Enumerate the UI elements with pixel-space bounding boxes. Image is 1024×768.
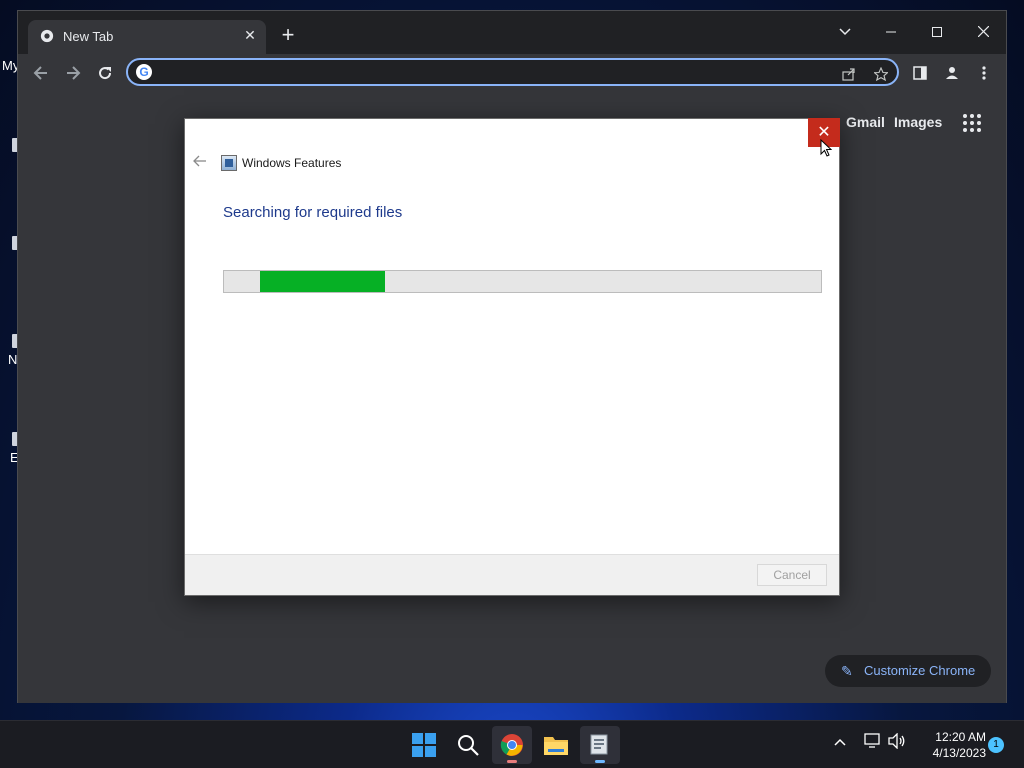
back-arrow-icon[interactable]: [29, 60, 53, 84]
dialog-status-heading: Searching for required files: [223, 204, 403, 221]
clock-time: 12:20 AM: [935, 730, 986, 744]
gmail-link[interactable]: Gmail: [846, 114, 885, 130]
share-icon[interactable]: [838, 62, 860, 84]
minimize-button[interactable]: [868, 17, 914, 47]
taskbar-windows-features[interactable]: [580, 726, 620, 764]
folder-icon: [544, 737, 568, 755]
clock-date: 4/13/2023: [932, 746, 986, 760]
taskbar-chrome[interactable]: [492, 726, 532, 764]
google-g-icon: G: [136, 64, 152, 80]
taskbar-file-explorer[interactable]: [536, 726, 576, 764]
google-apps-icon[interactable]: [963, 114, 981, 132]
windows-logo-icon: [412, 733, 436, 757]
progress-bar-fill: [259, 271, 386, 292]
tab-strip: New Tab ✕ +: [18, 11, 1006, 54]
tab-close-icon[interactable]: ✕: [242, 27, 258, 43]
images-link[interactable]: Images: [894, 114, 942, 130]
bookmark-star-icon[interactable]: [870, 62, 892, 84]
dialog-title: Windows Features: [242, 156, 342, 170]
mouse-cursor-icon: [820, 139, 832, 157]
notification-badge[interactable]: 1: [988, 737, 1004, 753]
tab-title: New Tab: [63, 29, 114, 44]
side-panel-icon[interactable]: [908, 60, 932, 84]
chrome-icon: [500, 734, 523, 756]
network-icon[interactable]: [864, 733, 882, 752]
profile-avatar-icon[interactable]: [940, 60, 964, 84]
reload-icon[interactable]: [93, 60, 117, 84]
window-close-button[interactable]: [960, 17, 1006, 47]
desktop-icon[interactable]: [0, 334, 20, 348]
browser-toolbar: G: [18, 54, 1006, 90]
tab-new-tab[interactable]: New Tab ✕: [28, 20, 266, 54]
customize-chrome-label: Customize Chrome: [864, 663, 976, 678]
taskbar-search-button[interactable]: [448, 726, 488, 764]
progress-bar: [223, 270, 822, 293]
windows-features-app-icon: [221, 155, 237, 171]
forward-arrow-icon[interactable]: [61, 60, 85, 84]
maximize-button[interactable]: [914, 17, 960, 47]
chrome-menu-icon[interactable]: [972, 60, 996, 84]
desktop-icon[interactable]: [0, 138, 20, 152]
cancel-button[interactable]: Cancel: [757, 564, 827, 586]
desktop-icon[interactable]: [0, 236, 20, 250]
volume-icon[interactable]: [888, 732, 906, 752]
pencil-icon: ✎: [841, 663, 853, 679]
address-bar[interactable]: G: [126, 58, 899, 86]
dialog-back-arrow-icon[interactable]: [193, 155, 211, 171]
customize-chrome-button[interactable]: ✎ Customize Chrome: [825, 655, 991, 687]
tab-search-chevron-icon[interactable]: [822, 17, 868, 47]
address-input[interactable]: [160, 62, 840, 82]
start-button[interactable]: [404, 726, 444, 764]
dialog-footer: Cancel: [185, 554, 839, 595]
windows-taskbar: 12:20 AM 4/13/2023 1: [0, 720, 1024, 768]
system-clock[interactable]: 12:20 AM 4/13/2023: [914, 729, 986, 761]
desktop-icon[interactable]: [0, 432, 20, 446]
chrome-favicon-icon: [40, 29, 54, 43]
desktop-label-n: N: [8, 352, 18, 367]
new-tab-button[interactable]: +: [278, 24, 298, 46]
show-hidden-icons-chevron-icon[interactable]: [834, 733, 846, 749]
windows-features-icon: [590, 734, 608, 755]
search-icon: [458, 735, 479, 756]
windows-features-dialog: ✕ Windows Features Searching for require…: [184, 118, 840, 596]
